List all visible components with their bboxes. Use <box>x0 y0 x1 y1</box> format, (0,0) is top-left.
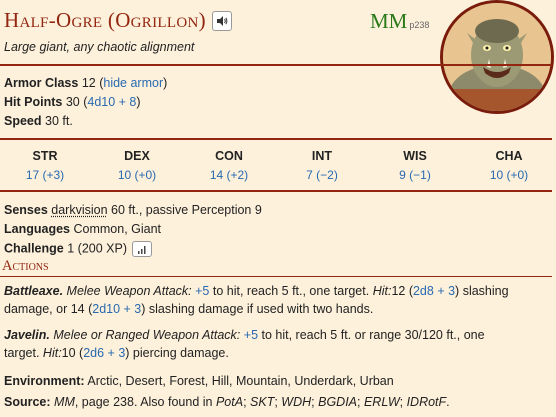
ability-roll[interactable]: 14 (+2) <box>189 168 269 182</box>
source-badge[interactable]: MM p238 <box>370 9 429 34</box>
environment-label: Environment: <box>4 374 85 388</box>
ability-roll[interactable]: 10 (+0) <box>469 168 549 182</box>
ability-roll[interactable]: 17 (+3) <box>5 168 85 182</box>
ability-roll[interactable]: 7 (−2) <box>282 168 362 182</box>
also-found-pota: PotA <box>215 395 244 409</box>
speed-line: Speed 30 ft. <box>4 114 73 128</box>
speed-value: 30 ft. <box>45 114 73 128</box>
source-book-name: MM <box>54 395 75 409</box>
languages-value: Common, Giant <box>73 222 162 236</box>
source-label: Source: <box>4 395 51 409</box>
speaker-icon[interactable] <box>211 10 232 31</box>
also-found-bgdia: BGDIA <box>318 395 358 409</box>
source-page-text: , page 238. Also found in <box>74 395 213 409</box>
damage-roll-two-handed[interactable]: 2d10 + 3 <box>92 302 141 316</box>
ability-wis: WIS 9 (−1) <box>375 149 455 182</box>
ability-scores: STR 17 (+3) DEX 10 (+0) CON 14 (+2) INT … <box>0 142 552 188</box>
target-text: target. <box>4 346 40 360</box>
attack-type: Melee or Ranged Weapon Attack: <box>53 328 241 342</box>
hit-points-label: Hit Points <box>4 95 63 109</box>
also-found-wdh: WDH <box>281 395 312 409</box>
challenge-line: Challenge 1 (200 XP) <box>4 241 153 257</box>
damage-alt-suffix: ) slashing damage if used with two hands… <box>141 302 374 316</box>
divider <box>0 64 552 66</box>
challenge-label: Challenge <box>4 241 64 256</box>
ability-name: DEX <box>124 149 150 163</box>
ability-name: CHA <box>495 149 523 163</box>
source-line: Source: MM, page 238. Also found in PotA… <box>4 395 450 409</box>
ability-cha: CHA 10 (+0) <box>469 149 549 182</box>
languages-line: Languages Common, Giant <box>4 222 161 236</box>
hit-value: 12 <box>391 284 406 298</box>
armor-class-line: Armor Class 12 (hide armor) <box>4 76 168 90</box>
armor-class-value: 12 <box>81 76 96 90</box>
divider <box>0 138 552 140</box>
action-name: Battleaxe. <box>4 284 64 298</box>
attack-reach: to hit, reach 5 ft., one target. <box>212 284 370 298</box>
divider <box>0 190 552 192</box>
action-name: Javelin. <box>4 328 50 342</box>
action-javelin: Javelin. Melee or Ranged Weapon Attack: … <box>4 328 485 360</box>
ability-name: CON <box>215 149 243 163</box>
languages-label: Languages <box>4 222 70 236</box>
challenge-value: 1 (200 XP) <box>67 241 127 256</box>
attack-reach: to hit, reach 5 ft. or range 30/120 ft.,… <box>261 328 485 342</box>
armor-class-detail-link[interactable]: hide armor <box>103 76 163 90</box>
ability-name: INT <box>311 149 333 163</box>
actions-header: Actions <box>2 258 49 274</box>
attack-type: Melee Weapon Attack: <box>66 284 192 298</box>
ability-str: STR 17 (+3) <box>5 149 85 182</box>
statblock: Half-Ogre (Ogrillon) MM p238 Large giant,… <box>0 0 556 417</box>
armor-class-label: Armor Class <box>4 76 79 90</box>
damage-roll[interactable]: 2d8 + 3 <box>413 284 455 298</box>
actions-underline <box>0 276 552 277</box>
hit-points-line: Hit Points 30 (4d10 + 8) <box>4 95 141 109</box>
creature-name: Half-Ogre (Ogrillon) <box>4 8 206 32</box>
senses-value: 60 ft., passive Perception 9 <box>111 203 262 217</box>
ability-dex: DEX 10 (+0) <box>97 149 177 182</box>
hit-points-dice-roll[interactable]: 4d10 + 8 <box>87 95 136 109</box>
creature-type: Large giant, any chaotic alignment <box>4 40 195 54</box>
hit-value: 10 <box>61 346 76 360</box>
source-book: MM <box>370 9 408 33</box>
action-battleaxe: Battleaxe. Melee Weapon Attack: +5 to hi… <box>4 284 509 316</box>
source-page: p238 <box>409 20 430 30</box>
damage-roll[interactable]: 2d6 + 3 <box>83 346 125 360</box>
senses-line: Senses darkvision 60 ft., passive Percep… <box>4 203 262 217</box>
darkvision-link[interactable]: darkvision <box>51 203 107 217</box>
attack-bonus-roll[interactable]: +5 <box>195 284 209 298</box>
hit-points-value: 30 <box>65 95 80 109</box>
ability-name: STR <box>32 149 58 163</box>
attack-bonus-roll[interactable]: +5 <box>244 328 258 342</box>
senses-label: Senses <box>4 203 48 217</box>
ability-roll[interactable]: 9 (−1) <box>375 168 455 182</box>
speed-label: Speed <box>4 114 42 128</box>
hit-label: Hit: <box>42 346 62 360</box>
damage-type: piercing damage. <box>132 346 229 360</box>
ability-name: WIS <box>403 149 427 163</box>
environment-value: Arctic, Desert, Forest, Hill, Mountain, … <box>87 374 394 388</box>
title-row: Half-Ogre (Ogrillon) <box>4 8 232 33</box>
also-found-erlw: ERLW <box>363 395 400 409</box>
ability-con: CON 14 (+2) <box>189 149 269 182</box>
ability-roll[interactable]: 10 (+0) <box>97 168 177 182</box>
damage-alt-prefix: damage, or 14 ( <box>4 302 93 316</box>
also-found-idrotf: IDRotF <box>406 395 447 409</box>
also-found-skt: SKT <box>250 395 275 409</box>
bar-chart-icon[interactable] <box>132 241 153 257</box>
environment-line: Environment: Arctic, Desert, Forest, Hil… <box>4 374 394 388</box>
creature-portrait[interactable] <box>440 0 554 114</box>
hit-label: Hit: <box>372 284 392 298</box>
ability-int: INT 7 (−2) <box>282 149 362 182</box>
damage-type: slashing <box>462 284 509 298</box>
